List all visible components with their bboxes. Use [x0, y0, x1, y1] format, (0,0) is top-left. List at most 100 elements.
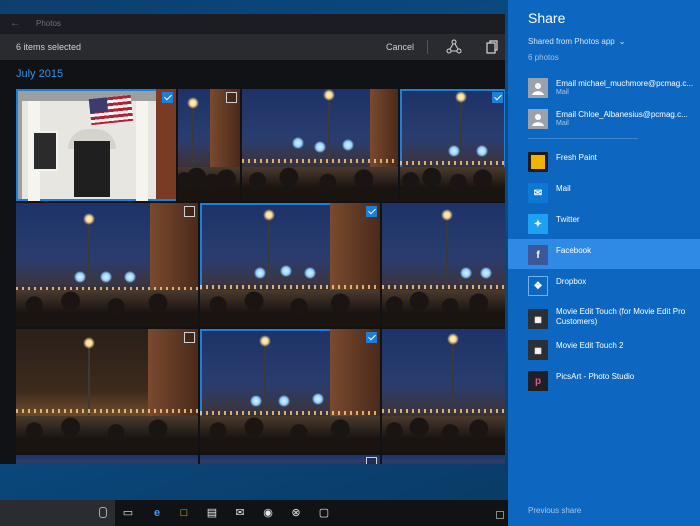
selection-checkbox[interactable]	[492, 92, 503, 103]
photo-tile[interactable]	[16, 89, 176, 201]
share-app-facebook[interactable]: f Facebook	[508, 239, 700, 269]
edge-icon[interactable]: e	[150, 506, 164, 520]
app-label: Fresh Paint	[556, 153, 597, 162]
city-lights	[200, 411, 380, 415]
dropbox-icon: ❖	[528, 276, 548, 296]
photo-tile[interactable]	[178, 89, 240, 201]
app-label: Dropbox	[556, 277, 587, 286]
photo-tile[interactable]	[16, 203, 198, 327]
photo-tile[interactable]	[382, 329, 505, 453]
share-pane: Share Shared from Photos app ⌄ 6 photos E…	[508, 0, 700, 526]
selection-checkbox[interactable]	[366, 332, 377, 343]
firework	[304, 267, 316, 279]
firework	[250, 395, 262, 407]
photos-icon[interactable]: ▢	[317, 506, 331, 520]
city-lights	[400, 161, 505, 165]
brick-wall	[156, 89, 176, 199]
previous-share-link[interactable]: Previous share	[528, 506, 581, 515]
street-lamp	[447, 333, 459, 411]
column	[136, 101, 148, 201]
share-icon[interactable]	[446, 39, 462, 55]
firework	[278, 395, 290, 407]
app-title: Photos	[36, 19, 61, 28]
taskbar: ▭ e □ ▤ ✉ ◉ ⊗ ▢	[0, 500, 508, 526]
app-label: Twitter	[556, 215, 580, 224]
groove-music-icon[interactable]: ◉	[261, 506, 275, 520]
crowd	[200, 415, 380, 453]
contact-label: Email Chloe_Albanesius@pcmag.c...	[556, 110, 688, 119]
microphone-icon[interactable]	[99, 507, 107, 518]
street-lamp	[455, 91, 467, 165]
street-lamp	[259, 335, 271, 411]
movie-edit-2-icon: ▦	[528, 340, 548, 360]
share-source-dropdown[interactable]: Shared from Photos app ⌄	[528, 37, 625, 46]
picsart-icon: p	[528, 371, 548, 391]
action-center-icon[interactable]	[496, 511, 504, 519]
selection-checkbox[interactable]	[366, 457, 377, 464]
firework	[124, 271, 136, 283]
selection-checkbox[interactable]	[184, 332, 195, 343]
selection-checkbox[interactable]	[366, 206, 377, 217]
street-lamp	[441, 209, 453, 289]
selection-checkbox[interactable]	[184, 206, 195, 217]
photo-tile[interactable]	[382, 203, 505, 327]
xbox-icon[interactable]: ⊗	[289, 506, 303, 520]
task-view-icon[interactable]: ▭	[121, 506, 135, 520]
firework	[312, 393, 324, 405]
contact-label: Email michael_muchmore@pcmag.c...	[556, 79, 694, 88]
firework	[476, 145, 488, 157]
share-divider	[528, 138, 638, 139]
photo-tile[interactable]	[200, 203, 380, 327]
photo-tile[interactable]	[200, 455, 380, 464]
firework	[314, 141, 326, 153]
copy-icon[interactable]	[484, 39, 500, 55]
selection-checkbox[interactable]	[226, 92, 237, 103]
search-box[interactable]	[0, 500, 115, 526]
share-app-mail[interactable]: ✉ Mail	[508, 177, 700, 207]
crowd	[242, 167, 398, 201]
window	[32, 131, 58, 171]
movie-edit-icon: ▦	[528, 309, 548, 329]
selection-checkbox[interactable]	[162, 92, 173, 103]
crowd	[400, 167, 505, 201]
mail-icon[interactable]: ✉	[233, 506, 247, 520]
firework	[100, 271, 112, 283]
photo-tile[interactable]	[16, 455, 198, 464]
share-app-movie-edit-touch[interactable]: ▦ Movie Edit Touch (for Movie Edit Pro C…	[508, 303, 700, 333]
share-app-dropbox[interactable]: ❖ Dropbox	[508, 270, 700, 300]
store-icon[interactable]: ▤	[205, 506, 219, 520]
share-count: 6 photos	[528, 53, 559, 62]
app-label: Facebook	[556, 246, 592, 255]
firework	[448, 145, 460, 157]
photo-tile[interactable]	[200, 329, 380, 453]
firework	[74, 271, 86, 283]
photo-tile[interactable]	[16, 329, 198, 453]
chevron-down-icon: ⌄	[618, 37, 626, 46]
share-app-movie-edit-touch-2[interactable]: ▦ Movie Edit Touch 2	[508, 334, 700, 364]
share-app-twitter[interactable]: ✦ Twitter	[508, 208, 700, 238]
share-contact-item[interactable]: Email Chloe_Albanesius@pcmag.c... Mail	[508, 103, 700, 133]
crowd	[16, 415, 198, 453]
back-arrow-icon[interactable]: ←	[10, 18, 20, 29]
share-app-fresh-paint[interactable]: Fresh Paint	[508, 146, 700, 176]
mail-icon: ✉	[528, 183, 548, 203]
crowd	[382, 415, 505, 453]
photo-tile[interactable]	[400, 89, 505, 201]
photo-grid	[16, 89, 505, 464]
firework	[292, 137, 304, 149]
street-lamp	[83, 213, 95, 291]
firework	[480, 267, 492, 279]
facebook-icon: f	[528, 245, 548, 265]
photo-tile[interactable]	[242, 89, 398, 201]
photo-tile[interactable]	[382, 455, 505, 464]
share-contact-item[interactable]: Email michael_muchmore@pcmag.c... Mail	[508, 72, 700, 102]
cancel-button[interactable]: Cancel	[386, 42, 414, 52]
share-app-picsart[interactable]: p PicsArt - Photo Studio	[508, 365, 700, 395]
contact-avatar-icon	[528, 109, 548, 129]
app-label: Movie Edit Touch 2	[556, 341, 624, 350]
twitter-icon: ✦	[528, 214, 548, 234]
title-bar: ← Photos	[0, 14, 505, 34]
city-lights	[242, 159, 398, 163]
file-explorer-icon[interactable]: □	[177, 506, 191, 520]
american-flag	[88, 94, 134, 126]
